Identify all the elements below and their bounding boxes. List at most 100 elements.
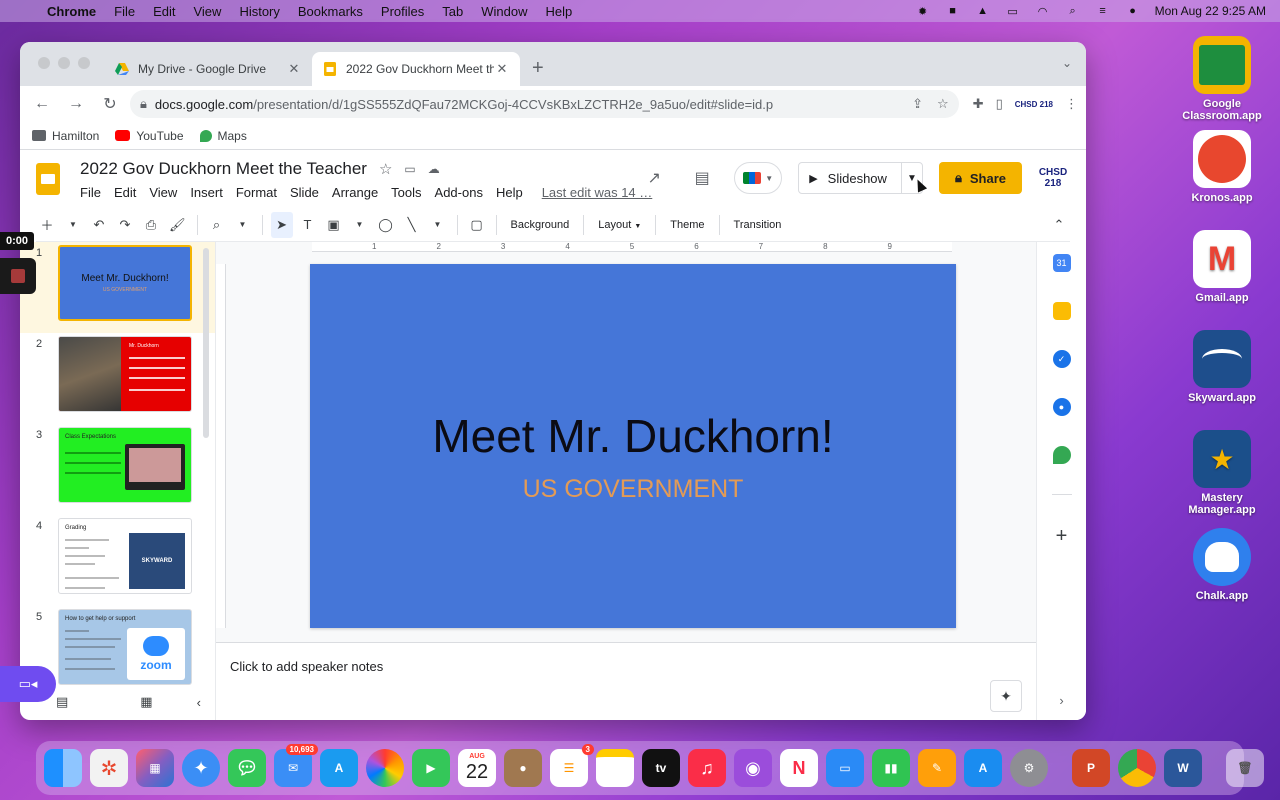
wifi-icon[interactable]: ◠: [1035, 5, 1051, 18]
slide-thumbnail-2[interactable]: Mr. Duckhorn: [58, 336, 192, 412]
launcher-icon[interactable]: ✲: [90, 749, 128, 787]
gear-status-icon[interactable]: ✹: [915, 5, 931, 18]
explore-assistant-button[interactable]: ✦: [990, 680, 1022, 712]
background-button[interactable]: Background: [505, 219, 576, 231]
address-bar[interactable]: 🔒︎ docs.google.com/presentation/d/1gSS55…: [130, 90, 959, 118]
slide-thumbnail-row[interactable]: 3 Class Expectations: [20, 424, 215, 515]
maps-icon[interactable]: [1052, 446, 1071, 464]
vertical-ruler[interactable]: [216, 264, 226, 628]
safari-icon[interactable]: ✦: [182, 749, 220, 787]
undo-icon[interactable]: ↶: [88, 212, 110, 238]
numbers-icon[interactable]: ▮▮: [872, 749, 910, 787]
mail-icon[interactable]: ✉︎ 10,693: [274, 744, 318, 787]
slides-menu-arrange[interactable]: Arrange: [332, 185, 378, 200]
collapse-toolbar-icon[interactable]: ⌃: [1048, 212, 1070, 238]
document-title[interactable]: 2022 Gov Duckhorn Meet the Teacher: [80, 159, 367, 179]
share-page-icon[interactable]: ⇪: [912, 96, 923, 112]
close-tab-icon[interactable]: ✕: [286, 61, 302, 77]
lock-icon[interactable]: 🔒︎: [140, 96, 147, 112]
menu-window[interactable]: Window: [472, 4, 536, 19]
slides-menu-tools[interactable]: Tools: [391, 185, 421, 200]
slide-title[interactable]: Meet Mr. Duckhorn!: [432, 409, 833, 463]
slide-subtitle[interactable]: US GOVERNMENT: [523, 475, 744, 504]
desktop-icon-chalk[interactable]: Chalk.app: [1172, 528, 1272, 602]
slides-menu-file[interactable]: File: [80, 185, 101, 200]
move-folder-icon[interactable]: ▭: [404, 162, 415, 176]
slides-menu-edit[interactable]: Edit: [114, 185, 136, 200]
comments-icon[interactable]: ▤: [686, 162, 718, 194]
line-icon[interactable]: ╲: [401, 212, 423, 238]
add-comment-icon[interactable]: ▢: [466, 212, 488, 238]
slide-thumbnail-row[interactable]: 4 Grading SKYWARD: [20, 515, 215, 606]
menu-bookmarks[interactable]: Bookmarks: [289, 4, 372, 19]
reload-icon[interactable]: ↻: [96, 90, 124, 118]
print-icon[interactable]: ⎙: [140, 212, 162, 238]
redo-icon[interactable]: ↷: [114, 212, 136, 238]
finder-icon[interactable]: [44, 749, 82, 787]
keep-icon[interactable]: [1052, 302, 1071, 320]
slide-canvas[interactable]: Meet Mr. Duckhorn! US GOVERNMENT: [310, 264, 956, 628]
news-icon[interactable]: N: [780, 749, 818, 787]
theme-button[interactable]: Theme: [664, 219, 710, 231]
image-dropdown[interactable]: ▼: [349, 212, 371, 238]
contacts-icon[interactable]: ●: [1052, 398, 1071, 416]
account-avatar[interactable]: CHSD 218: [1038, 167, 1068, 189]
slide-thumbnail-row[interactable]: 1 Meet Mr. Duckhorn! US GOVERNMENT: [20, 242, 215, 333]
slide-thumbnail-5[interactable]: How to get help or support zoom: [58, 609, 192, 685]
filmstrip-view-icon[interactable]: ▤: [56, 694, 68, 710]
app-store-a-icon[interactable]: A: [964, 749, 1002, 787]
apple-tv-icon[interactable]: tv: [642, 749, 680, 787]
layout-button[interactable]: Layout ▼: [592, 219, 647, 231]
speaker-notes[interactable]: Click to add speaker notes: [216, 642, 1036, 720]
slides-menu-format[interactable]: Format: [236, 185, 277, 200]
tab-google-slides[interactable]: 2022 Gov Duckhorn Meet the T ✕: [312, 52, 520, 86]
paint-format-icon[interactable]: 🖌︎: [166, 212, 189, 238]
menu-history[interactable]: History: [230, 4, 288, 19]
google-slides-logo[interactable]: [36, 163, 60, 195]
filmstrip-scrollbar[interactable]: [203, 248, 209, 438]
tab-search-icon[interactable]: ⌄: [1062, 56, 1072, 70]
tasks-icon[interactable]: ✓: [1052, 350, 1071, 368]
transition-button[interactable]: Transition: [728, 219, 788, 231]
chrome-menu-icon[interactable]: ⋮: [1065, 96, 1078, 112]
desktop-icon-google-classroom[interactable]: Google Classroom.app: [1172, 36, 1272, 122]
slides-menu-slide[interactable]: Slide: [290, 185, 319, 200]
get-addons-plus-icon[interactable]: +: [1056, 525, 1068, 548]
zoom-window-button[interactable]: [78, 57, 90, 69]
desktop-icon-skyward[interactable]: Skyward.app: [1172, 330, 1272, 404]
line-dropdown[interactable]: ▼: [427, 212, 449, 238]
spotlight-search-icon[interactable]: ⌕: [1065, 5, 1081, 17]
insert-image-icon[interactable]: ▣: [323, 212, 345, 238]
trash-icon[interactable]: 🗑︎: [1226, 749, 1264, 787]
app-store-icon[interactable]: A: [320, 749, 358, 787]
forward-icon[interactable]: →: [62, 90, 90, 118]
new-slide-dropdown[interactable]: ▼: [62, 212, 84, 238]
facetime-icon[interactable]: ▶︎: [412, 749, 450, 787]
chrome-icon[interactable]: [1118, 749, 1156, 787]
shape-icon[interactable]: ◯: [375, 212, 397, 238]
menu-profiles[interactable]: Profiles: [372, 4, 433, 19]
menubar-clock[interactable]: Mon Aug 22 9:25 AM: [1155, 4, 1266, 18]
bookmark-hamilton[interactable]: Hamilton: [32, 129, 99, 143]
slide-thumbnail-3[interactable]: Class Expectations: [58, 427, 192, 503]
share-button[interactable]: 🔒︎ Share: [938, 162, 1022, 194]
select-cursor-icon[interactable]: ➤: [270, 211, 293, 238]
cloud-status-icon[interactable]: ☁︎: [428, 162, 440, 176]
activity-dashboard-icon[interactable]: ↗: [638, 162, 670, 194]
bookmark-maps[interactable]: Maps: [199, 129, 247, 143]
bookmark-youtube[interactable]: YouTube: [115, 129, 184, 143]
close-tab-icon[interactable]: ✕: [494, 61, 510, 77]
powerpoint-icon[interactable]: P: [1072, 749, 1110, 787]
new-slide-button[interactable]: ＋: [36, 212, 58, 238]
zoom-icon[interactable]: ⌕: [206, 212, 228, 238]
menu-help[interactable]: Help: [537, 4, 582, 19]
calendar-icon[interactable]: AUG 22: [458, 749, 496, 787]
star-icon[interactable]: ☆: [379, 160, 392, 178]
reminders-icon[interactable]: ☰ 3: [550, 744, 594, 787]
contacts-icon[interactable]: ●: [504, 749, 542, 787]
meet-button[interactable]: ▼: [734, 162, 783, 194]
podcasts-icon[interactable]: ◉: [734, 749, 772, 787]
calendar-icon[interactable]: 31: [1052, 254, 1071, 272]
notes-icon[interactable]: [596, 749, 634, 787]
menu-tab[interactable]: Tab: [433, 4, 472, 19]
